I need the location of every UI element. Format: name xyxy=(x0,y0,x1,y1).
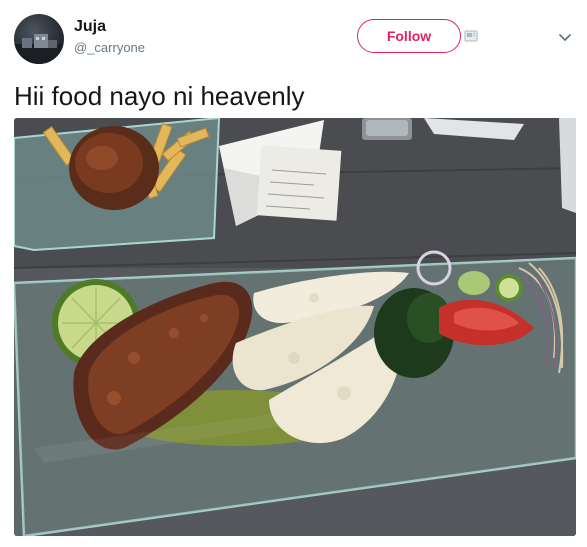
avatar[interactable] xyxy=(14,14,64,64)
display-name[interactable]: Juja xyxy=(74,17,106,37)
tweet-text: Hii food nayo ni heavenly xyxy=(14,81,305,111)
chevron-down-icon[interactable] xyxy=(558,30,572,44)
tweet-card: Juja @_carryone Follow Hii food nayo ni … xyxy=(0,0,587,547)
badge-icon xyxy=(464,30,478,42)
tweet-photo[interactable] xyxy=(14,118,576,536)
user-handle[interactable]: @_carryone xyxy=(74,40,145,56)
avatar-image xyxy=(14,34,64,64)
follow-button[interactable]: Follow xyxy=(357,19,461,53)
food-photo-illustration xyxy=(14,118,576,536)
